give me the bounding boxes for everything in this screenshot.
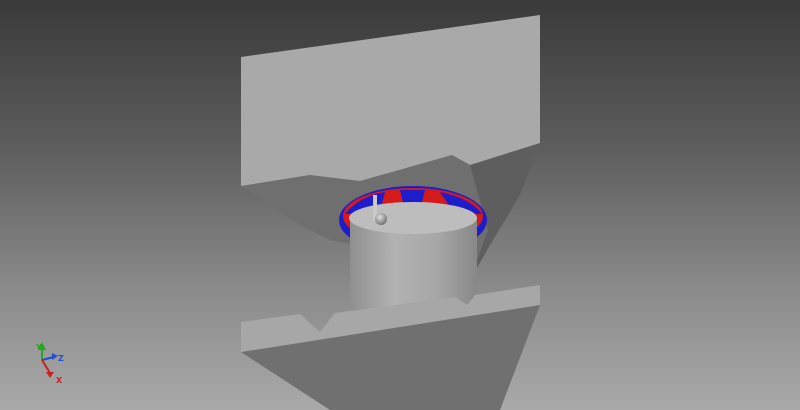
3d-viewport[interactable]: Y Z X: [0, 0, 800, 410]
x-axis-line: [41, 359, 51, 374]
x-axis-label: X: [56, 376, 63, 385]
z-axis-label: Z: [58, 354, 64, 363]
axis-triad: Y Z X: [35, 342, 64, 385]
model-scene[interactable]: Y Z X: [0, 0, 800, 410]
y-axis-label: Y: [35, 343, 42, 352]
x-axis-arrow: [46, 372, 54, 378]
cylinder-ball-detail: [375, 213, 387, 225]
